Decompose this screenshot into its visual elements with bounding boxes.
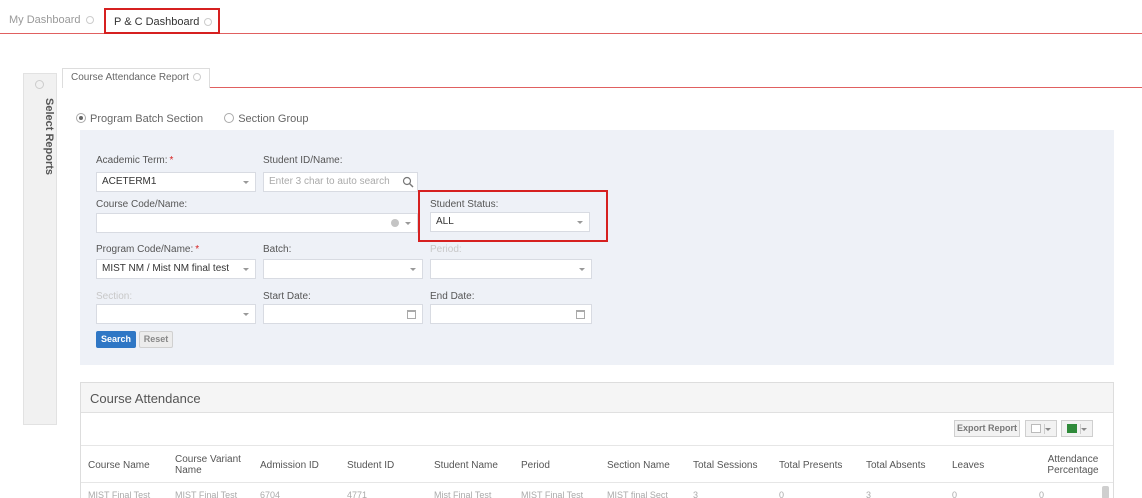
close-icon[interactable]: [204, 18, 213, 26]
filter-panel: [80, 130, 1114, 365]
table-cell: 0: [1039, 490, 1045, 498]
academic-term-value: ACETERM1: [102, 176, 157, 187]
chevron-down-icon: [405, 222, 411, 225]
start-date-input[interactable]: [263, 304, 423, 324]
expand-icon[interactable]: [35, 80, 44, 89]
column-header[interactable]: Course Name: [88, 446, 168, 484]
table-row[interactable]: MIST Final Test MIST Final Test 6704 477…: [81, 484, 1113, 498]
chevron-down-icon: [243, 181, 249, 184]
table-cell: Mist Final Test: [434, 490, 492, 498]
selection-mode: Program Batch Section Section Group: [76, 112, 327, 126]
academic-term-label: Academic Term: *: [96, 155, 174, 166]
radio-selected-icon[interactable]: [76, 113, 86, 123]
select-reports-rail[interactable]: Select Reports: [23, 73, 57, 425]
column-header[interactable]: Student ID: [347, 446, 417, 484]
table-header-row: Course Name Course Variant Name Admissio…: [81, 445, 1113, 483]
column-header[interactable]: Course Variant Name: [175, 446, 250, 484]
calendar-icon[interactable]: [576, 310, 585, 319]
chevron-down-icon: [410, 268, 416, 271]
student-id-label: Student ID/Name:: [263, 155, 343, 166]
tab-my-dashboard[interactable]: My Dashboard: [9, 10, 94, 32]
clear-icon[interactable]: [391, 219, 399, 227]
tab-label: Course Attendance Report: [71, 72, 189, 83]
excel-icon: [1067, 424, 1077, 433]
chevron-down-icon: [579, 268, 585, 271]
batch-select[interactable]: [263, 259, 423, 279]
column-header[interactable]: Leaves: [952, 446, 1012, 484]
dashboard-tab-bar: My Dashboard P & C Dashboard: [0, 0, 1142, 34]
end-date-label: End Date:: [430, 291, 475, 302]
column-header[interactable]: Total Presents: [779, 446, 859, 484]
program-code-select[interactable]: MIST NM / Mist NM final test: [96, 259, 256, 279]
chevron-down-icon: [1045, 428, 1051, 431]
column-header[interactable]: Admission ID: [260, 446, 330, 484]
table-cell: 3: [866, 490, 872, 498]
search-button[interactable]: Search: [96, 331, 136, 348]
chevron-down-icon: [243, 313, 249, 316]
course-code-label: Course Code/Name:: [96, 199, 188, 210]
tab-label: My Dashboard: [9, 14, 81, 26]
end-date-input[interactable]: [430, 304, 592, 324]
section-label: Section:: [96, 291, 133, 302]
table-cell: MIST final Sect: [607, 490, 668, 498]
table-cell: 4771: [347, 490, 368, 498]
column-header[interactable]: Section Name: [607, 446, 682, 484]
batch-label: Batch:: [263, 244, 292, 255]
course-attendance-panel: Course Attendance Export Report Course N…: [80, 382, 1114, 498]
export-report-button[interactable]: Export Report: [954, 420, 1020, 437]
column-header[interactable]: Period: [521, 446, 581, 484]
report-tab-bar: Course Attendance Report: [62, 68, 1142, 88]
course-attendance-title: Course Attendance: [90, 391, 201, 406]
tab-course-attendance-report[interactable]: Course Attendance Report: [62, 68, 210, 88]
table-cell: MIST Final Test: [88, 490, 151, 498]
student-status-highlight: [418, 190, 608, 242]
close-icon[interactable]: [85, 16, 94, 24]
tab-pc-dashboard[interactable]: P & C Dashboard: [104, 8, 221, 34]
table-cell: MIST Final Test: [521, 490, 584, 498]
select-reports-label: Select Reports: [43, 98, 55, 176]
table-cell: 0: [952, 490, 958, 498]
radio-section-group[interactable]: Section Group: [224, 112, 309, 126]
student-id-input[interactable]: Enter 3 char to auto search: [263, 172, 418, 192]
required-marker: *: [169, 155, 174, 166]
required-marker: *: [195, 244, 200, 255]
search-icon[interactable]: [402, 176, 414, 188]
reset-button[interactable]: Reset: [139, 331, 173, 348]
excel-export-dropdown[interactable]: [1061, 420, 1093, 437]
column-header[interactable]: Student Name: [434, 446, 509, 484]
pdf-export-dropdown[interactable]: [1025, 420, 1057, 437]
section-select[interactable]: [96, 304, 256, 324]
tab-label: P & C Dashboard: [114, 16, 200, 28]
chevron-down-icon: [1081, 428, 1087, 431]
chevron-down-icon: [243, 268, 249, 271]
table-cell: 0: [779, 490, 785, 498]
start-date-label: Start Date:: [263, 291, 311, 302]
period-label: Period:: [430, 244, 462, 255]
radio-label: Section Group: [238, 113, 309, 125]
academic-term-select[interactable]: ACETERM1: [96, 172, 256, 192]
radio-label: Program Batch Section: [90, 113, 204, 125]
calendar-icon[interactable]: [407, 310, 416, 319]
radio-program-batch-section[interactable]: Program Batch Section: [76, 112, 203, 126]
program-code-label: Program Code/Name: *: [96, 244, 200, 255]
vertical-scrollbar[interactable]: [1102, 486, 1109, 498]
table-cell: MIST Final Test: [175, 490, 238, 498]
student-id-placeholder: Enter 3 char to auto search: [269, 176, 390, 187]
course-attendance-header: Course Attendance: [81, 383, 1113, 413]
program-code-value: MIST NM / Mist NM final test: [102, 263, 230, 274]
radio-unselected-icon[interactable]: [224, 113, 235, 123]
table-cell: 3: [693, 490, 699, 498]
column-header[interactable]: Attendance Percentage: [1039, 446, 1107, 484]
close-icon[interactable]: [192, 73, 201, 81]
course-code-select[interactable]: [96, 213, 418, 233]
column-header[interactable]: Total Sessions: [693, 446, 773, 484]
pdf-icon: [1031, 424, 1041, 433]
column-header[interactable]: Total Absents: [866, 446, 946, 484]
period-select[interactable]: [430, 259, 592, 279]
table-cell: 6704: [260, 490, 281, 498]
